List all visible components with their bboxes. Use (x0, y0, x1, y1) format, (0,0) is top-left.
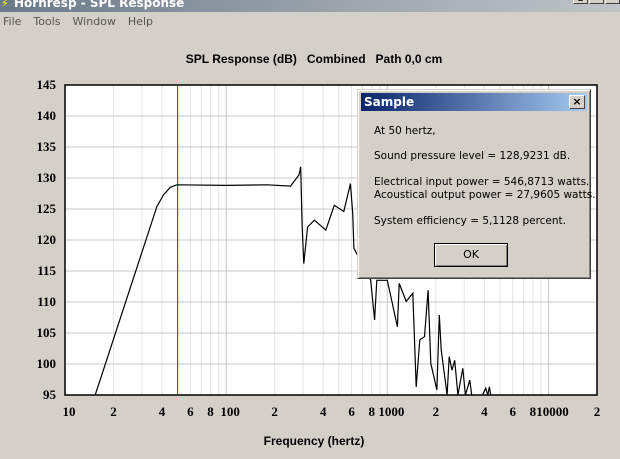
y-tick-label: 145 (36, 77, 57, 92)
x-tick-label: 2 (593, 404, 601, 419)
x-tick-label: 8 (368, 404, 375, 419)
x-tick-label: 100 (220, 404, 240, 419)
y-tick-label: 110 (37, 294, 56, 309)
dialog-title: Sample (364, 95, 415, 109)
dialog-title-bar: Sample × (361, 93, 587, 111)
x-axis-label: Frequency (hertz) (263, 434, 365, 448)
y-tick-label: 105 (36, 325, 57, 340)
dialog-close-icon[interactable]: × (569, 95, 585, 109)
y-tick-label: 100 (36, 356, 57, 371)
x-tick-label: 6 (187, 404, 194, 419)
x-tick-label: 4 (319, 404, 327, 419)
y-tick-label: 95 (43, 387, 56, 402)
x-tick-label: 2 (110, 404, 117, 419)
ok-button[interactable]: OK (434, 243, 508, 267)
x-tick-label: 2 (271, 404, 278, 419)
x-tick-label: 8 (529, 404, 537, 419)
y-tick-label: 115 (37, 263, 56, 278)
dialog-electrical-power: Electrical input power = 546,8713 watts. (374, 176, 590, 188)
dialog-efficiency: System efficiency = 5,1128 percent. (374, 215, 566, 227)
y-tick-label: 135 (36, 139, 57, 154)
dialog-frequency: At 50 hertz, (374, 125, 436, 137)
x-tick-label: 6 (348, 404, 355, 419)
y-tick-label: 140 (36, 108, 57, 123)
x-tick-label: 1000 (378, 404, 405, 419)
x-tick-label: 4 (158, 404, 166, 419)
x-tick-label: 2 (432, 404, 440, 419)
x-tick-label: 4 (481, 404, 488, 419)
y-tick-label: 130 (36, 170, 57, 185)
dialog-acoustical-power: Acoustical output power = 27,9605 watts. (374, 189, 596, 201)
y-tick-label: 125 (36, 201, 57, 216)
x-tick-label: 8 (207, 404, 214, 419)
sample-dialog: Sample × At 50 hertz, Sound pressure lev… (357, 89, 596, 279)
x-tick-label: 10 (62, 404, 76, 419)
y-tick-label: 120 (36, 232, 57, 247)
dialog-spl: Sound pressure level = 128,9231 dB. (374, 150, 571, 162)
x-tick-label: 10000 (536, 404, 569, 419)
x-tick-label: 6 (509, 404, 516, 419)
